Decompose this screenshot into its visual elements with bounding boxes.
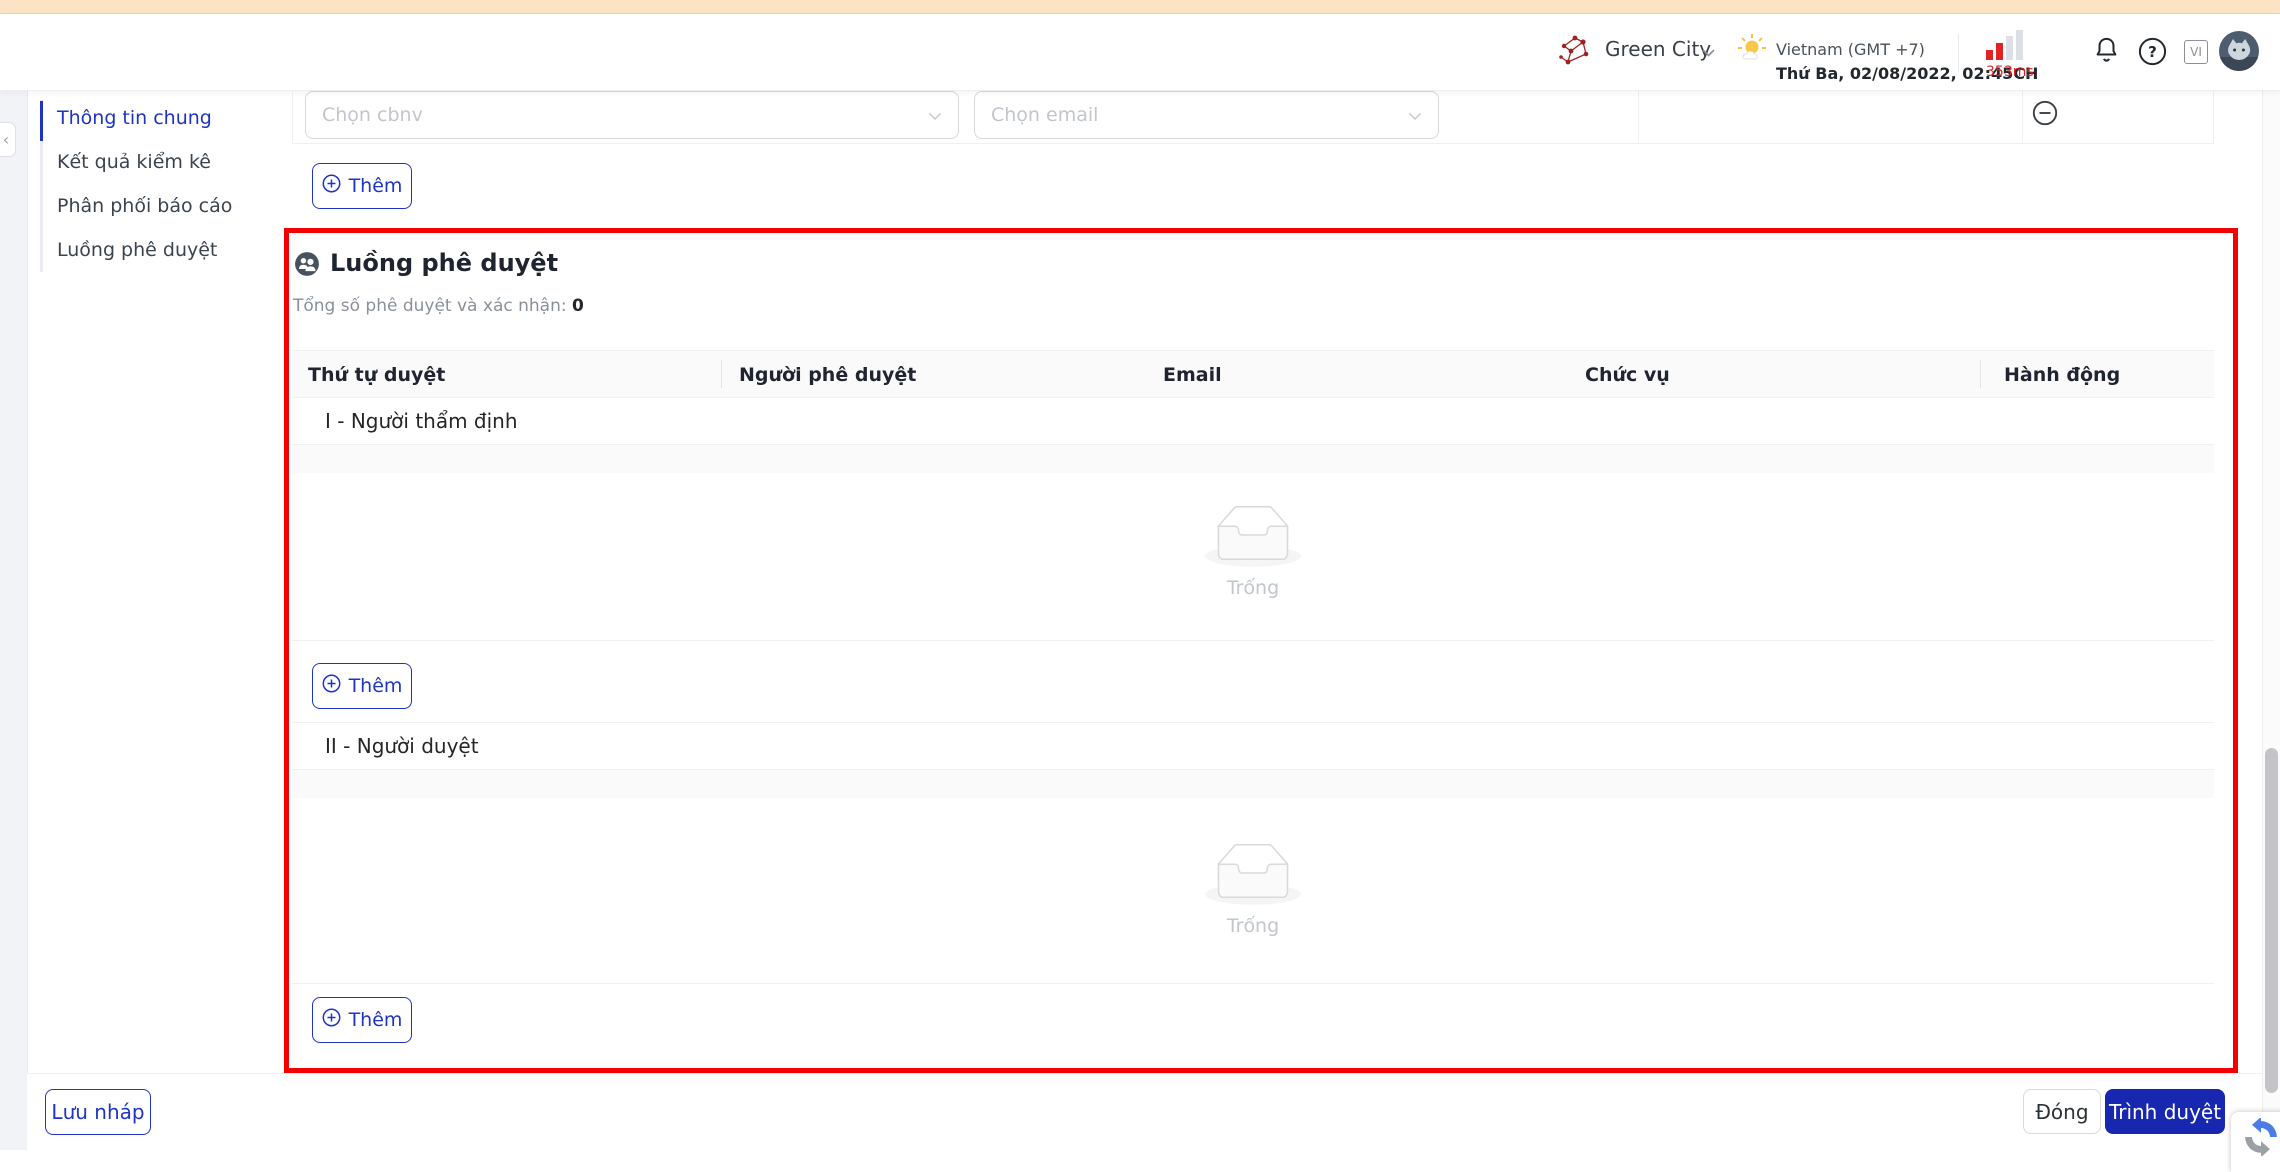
notifications-bell-icon[interactable] <box>2093 36 2120 66</box>
col-hanh-dong: Hành động <box>2004 364 2121 386</box>
table-border <box>292 983 2214 984</box>
row-border <box>292 143 2214 144</box>
summary-label: Tổng số phê duyệt và xác nhận: <box>293 296 567 316</box>
empty-text: Trống <box>1226 577 1280 599</box>
row-border <box>2213 90 2214 143</box>
select-placeholder: Chọn cbnv <box>322 104 423 126</box>
empty-state: Trống <box>1153 843 1353 937</box>
sidebar-item-thong-tin-chung[interactable]: Thông tin chung <box>57 103 267 133</box>
plus-circle-icon <box>322 674 341 698</box>
signal-bars-icon <box>1986 30 2026 60</box>
select-cbnv[interactable]: Chọn cbnv <box>305 91 959 139</box>
empty-inbox-icon <box>1205 506 1301 567</box>
org-name: Green City <box>1605 37 1712 61</box>
brand-logo-constellation-icon <box>1555 31 1595 71</box>
drawer-collapse-button[interactable]: ‹ <box>0 122 16 157</box>
sidebar-item-ket-qua-kiem-ke[interactable]: Kết quả kiểm kê <box>57 147 267 177</box>
add-tham-dinh-button[interactable]: Thêm <box>312 663 412 709</box>
scrollbar-thumb[interactable] <box>2265 748 2278 1093</box>
add-nguoi-duyet-button[interactable]: Thêm <box>312 997 412 1043</box>
plus-circle-icon <box>322 174 341 198</box>
row-border <box>292 90 293 143</box>
help-question-circle-icon[interactable]: ? <box>2138 37 2167 66</box>
collapsed-nav-rail <box>0 90 28 1150</box>
summary-value: 0 <box>571 296 584 316</box>
submit-label: Trình duyệt <box>2108 1099 2222 1124</box>
svg-text:?: ? <box>2148 43 2157 61</box>
header-divider <box>1958 34 1959 72</box>
close-label: Đóng <box>2035 1099 2089 1124</box>
approval-summary: Tổng số phê duyệt và xác nhận: 0 <box>293 296 584 316</box>
select-placeholder: Chọn email <box>991 104 1099 126</box>
language-label: VI <box>2190 45 2202 59</box>
chevron-left-icon: ‹ <box>2 130 10 149</box>
close-button[interactable]: Đóng <box>2023 1089 2101 1134</box>
plus-circle-icon <box>322 1008 341 1032</box>
empty-state: Trống <box>1153 505 1353 599</box>
save-draft-button[interactable]: Lưu nháp <box>45 1089 151 1135</box>
scrollbar-track[interactable] <box>2262 90 2280 1150</box>
recaptcha-badge[interactable] <box>2231 1112 2280 1172</box>
org-chevron-down-icon[interactable] <box>1701 43 1716 62</box>
add-row-button[interactable]: Thêm <box>312 163 412 209</box>
col-thu-tu-duyet: Thứ tự duyệt <box>308 364 446 386</box>
sidebar-item-luong-phe-duyet[interactable]: Luồng phê duyệt <box>57 235 267 265</box>
latency-value: 353ms <box>1986 64 2034 80</box>
empty-text: Trống <box>1226 915 1280 937</box>
drawer-footer: Lưu nháp Đóng Trình duyệt <box>27 1073 2262 1151</box>
recaptcha-logo-icon <box>2242 1116 2280 1158</box>
select-email[interactable]: Chọn email <box>974 91 1439 139</box>
weather-sun-cloud-icon <box>1737 33 1767 63</box>
col-chuc-vu: Chức vụ <box>1585 364 1670 386</box>
column-divider <box>721 360 722 388</box>
remove-row-minus-circle-icon[interactable] <box>2032 100 2058 126</box>
row-border <box>1638 90 1639 143</box>
sidebar-item-phan-phoi-bao-cao[interactable]: Phân phối báo cáo <box>57 191 267 221</box>
chevron-down-icon <box>1408 104 1422 126</box>
drawer-page: Green City Vietnam (GMT +7) Thứ Ba, 02/0… <box>0 0 2280 1172</box>
org-switcher[interactable]: Green City <box>1605 37 1711 61</box>
column-divider <box>1980 360 1981 388</box>
add-button-label: Thêm <box>348 1009 403 1031</box>
table-border <box>292 640 2214 641</box>
section-title: Luồng phê duyệt <box>330 249 559 277</box>
approval-table-header: Thứ tự duyệt Người phê duyệt Email Chức … <box>292 350 2214 398</box>
group-label: II - Người duyệt <box>325 734 479 758</box>
table-measure-row <box>292 445 2214 473</box>
submit-approval-button[interactable]: Trình duyệt <box>2105 1089 2225 1134</box>
team-icon <box>294 251 320 277</box>
group-row-nguoi-duyet: II - Người duyệt <box>292 723 2214 770</box>
col-nguoi-phe-duyet: Người phê duyệt <box>739 364 917 386</box>
table-measure-row <box>292 770 2214 798</box>
environment-banner <box>0 0 2280 14</box>
sidebar-item-label: Luồng phê duyệt <box>57 239 218 261</box>
sidebar-item-label: Kết quả kiểm kê <box>57 151 211 173</box>
add-button-label: Thêm <box>348 675 403 697</box>
group-label: I - Người thẩm định <box>325 409 518 433</box>
app-header: Green City Vietnam (GMT +7) Thứ Ba, 02/0… <box>0 14 2280 91</box>
empty-inbox-icon <box>1205 844 1301 905</box>
anchor-active-indicator <box>40 101 43 141</box>
row-border <box>2022 90 2023 143</box>
save-draft-label: Lưu nháp <box>51 1100 145 1124</box>
add-button-label: Thêm <box>348 175 403 197</box>
sidebar-item-label: Phân phối báo cáo <box>57 195 233 217</box>
sidebar-item-label: Thông tin chung <box>57 107 212 129</box>
user-avatar[interactable] <box>2219 31 2259 71</box>
timezone-label: Vietnam (GMT +7) <box>1776 40 1925 59</box>
col-email: Email <box>1163 364 1222 386</box>
chevron-down-icon <box>928 104 942 126</box>
group-row-tham-dinh: I - Người thẩm định <box>292 398 2214 445</box>
language-switcher[interactable]: VI <box>2184 40 2208 64</box>
